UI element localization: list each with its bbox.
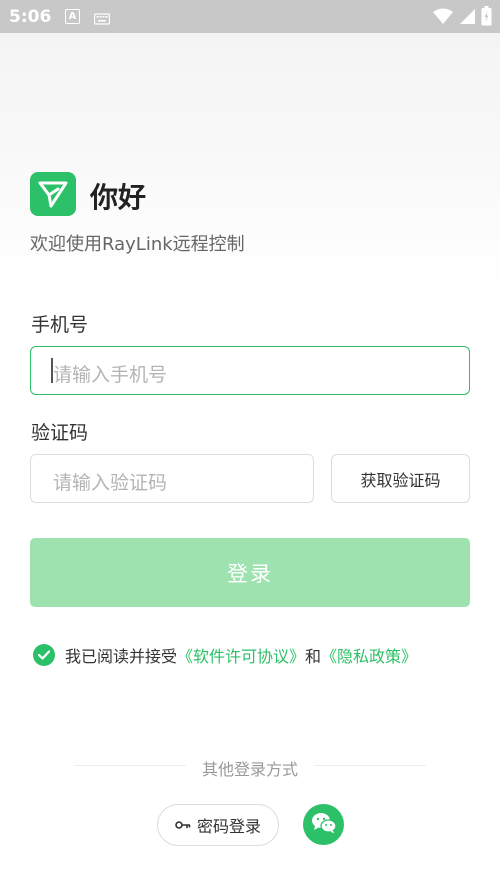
password-login-button[interactable]: 密码登录 (157, 804, 279, 846)
wechat-icon (311, 812, 337, 838)
welcome-subtitle: 欢迎使用RayLink远程控制 (30, 234, 245, 255)
wechat-login-button[interactable] (303, 804, 344, 845)
agreement-row: 我已阅读并接受 《软件许可协议》 和 《隐私政策》 (33, 643, 417, 667)
notification-a-icon: A (65, 9, 80, 24)
agreement-prefix: 我已阅读并接受 (65, 647, 178, 666)
status-icons (433, 6, 492, 30)
login-button[interactable]: 登录 (30, 538, 470, 607)
privacy-policy-link[interactable]: 《隐私政策》 (321, 643, 417, 667)
status-bar: 5:06 A (0, 0, 500, 33)
license-agreement-link[interactable]: 《软件许可协议》 (177, 643, 305, 667)
agreement-and: 和 (305, 647, 322, 666)
key-icon (175, 819, 191, 831)
divider-line-right (314, 765, 426, 766)
code-label: 验证码 (31, 422, 89, 444)
other-login-title: 其他登录方式 (201, 760, 298, 779)
phone-label: 手机号 (31, 314, 89, 336)
phone-input[interactable]: 请输入手机号 (30, 346, 470, 395)
keyboard-icon (93, 10, 111, 29)
greeting-title: 你好 (90, 181, 147, 214)
phone-placeholder: 请输入手机号 (53, 364, 168, 386)
battery-icon (481, 6, 492, 30)
raylink-logo-icon (30, 172, 76, 216)
signal-icon (459, 8, 475, 29)
get-code-button[interactable]: 获取验证码 (331, 454, 470, 503)
status-time: 5:06 (9, 7, 52, 27)
other-login-divider: 其他登录方式 (74, 756, 426, 779)
wifi-icon (433, 8, 453, 29)
code-input[interactable]: 请输入验证码 (30, 454, 314, 503)
agreement-checkbox[interactable] (33, 644, 55, 666)
password-login-label: 密码登录 (196, 817, 261, 836)
code-placeholder: 请输入验证码 (53, 472, 168, 494)
